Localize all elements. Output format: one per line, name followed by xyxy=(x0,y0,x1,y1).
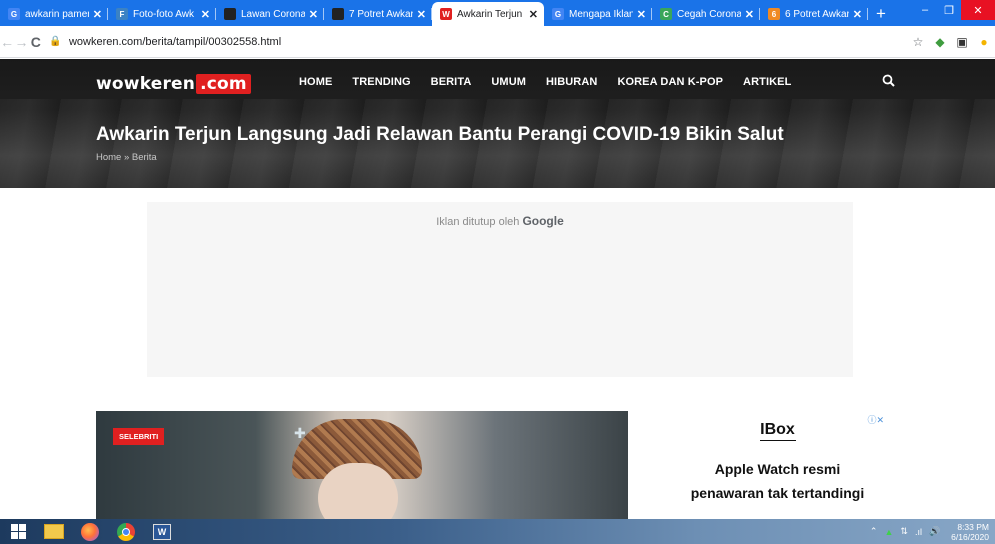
browser-tab[interactable]: G Mengapa Iklan ✕ xyxy=(544,2,652,26)
browser-tab[interactable]: Lawan Corona ✕ xyxy=(216,2,324,26)
close-window-button[interactable]: ✕ xyxy=(961,0,995,20)
browser-tab[interactable]: W Awkarin Terjun ✕ xyxy=(432,2,544,26)
update-indicator-icon[interactable]: ● xyxy=(973,35,995,49)
minimize-button[interactable]: – xyxy=(913,0,937,20)
word-glyph: W xyxy=(153,523,171,540)
browser-tab[interactable]: 7 Potret Awkari ✕ xyxy=(324,2,432,26)
browser-tab[interactable]: C Cegah Corona ✕ xyxy=(652,2,760,26)
google-icon: G xyxy=(552,8,564,20)
ad-brand: IBox xyxy=(665,421,890,441)
browser-tab[interactable]: Gawkarin pamer ✕ xyxy=(0,2,108,26)
google-icon: G xyxy=(8,8,20,20)
tab-title: Lawan Corona xyxy=(241,8,305,20)
nav-hiburan[interactable]: HIBURAN xyxy=(546,76,597,88)
tab-title: Mengapa Iklan xyxy=(569,8,633,20)
url-field[interactable]: 🔒 wowkeren.com/berita/tampil/00302558.ht… xyxy=(49,30,899,54)
browser-tab-strip: Gawkarin pamer ✕ F Foto-foto Awk ✕ Lawan Coro… xyxy=(0,0,995,26)
tab-close-icon[interactable]: ✕ xyxy=(93,8,102,21)
news-site-icon: 6 xyxy=(768,8,780,20)
news-site-icon xyxy=(224,8,236,20)
site-header: wowkeren .com HOME TRENDING BERITA UMUM H… xyxy=(0,59,995,188)
tab-title: Foto-foto Awk xyxy=(133,8,194,20)
tab-close-icon[interactable]: ✕ xyxy=(309,8,318,21)
tab-title: 7 Potret Awkari xyxy=(349,8,413,20)
back-button[interactable]: ← xyxy=(0,34,14,50)
tab-close-icon[interactable]: ✕ xyxy=(529,8,538,21)
firefox-icon[interactable] xyxy=(72,519,108,544)
health-site-icon: C xyxy=(660,8,672,20)
tab-title: 6 Potret Awkar xyxy=(785,8,849,20)
breadcrumb[interactable]: Home » Berita xyxy=(96,152,157,163)
side-advertisement[interactable]: ⓘ✕ IBox Apple Watch resmi penawaran tak … xyxy=(665,411,890,519)
extension-icon[interactable]: ▣ xyxy=(951,35,973,49)
nav-korea-dan-kpop[interactable]: KOREA DAN K-POP xyxy=(617,76,723,88)
system-tray: ⌃ ▲ ⇅ .ıl 🔊 8:33 PM 6/16/2020 xyxy=(870,519,989,544)
ad-closed-brand: Google xyxy=(522,214,564,228)
tab-title: Cegah Corona xyxy=(677,8,741,20)
tab-close-icon[interactable]: ✕ xyxy=(201,8,210,21)
category-tag[interactable]: SELEBRITI xyxy=(113,428,165,445)
file-explorer-icon[interactable] xyxy=(36,519,72,544)
new-tab-button[interactable]: + xyxy=(868,2,894,26)
tab-close-icon[interactable]: ✕ xyxy=(417,8,426,21)
forward-button[interactable]: → xyxy=(14,34,28,50)
nav-trending[interactable]: TRENDING xyxy=(352,76,410,88)
ad-closed-message: Iklan ditutup oleh Google xyxy=(147,214,853,228)
main-navigation: HOME TRENDING BERITA UMUM HIBURAN KOREA … xyxy=(299,76,811,88)
url-text: wowkeren.com/berita/tampil/00302558.html xyxy=(68,35,282,48)
logo-text: wowkeren xyxy=(96,74,196,94)
nav-umum[interactable]: UMUM xyxy=(491,76,526,88)
windows-start-button[interactable] xyxy=(0,519,36,544)
word-icon[interactable]: W xyxy=(144,519,180,544)
browser-tab[interactable]: F Foto-foto Awk ✕ xyxy=(108,2,216,26)
news-site-icon xyxy=(332,8,344,20)
nav-home[interactable]: HOME xyxy=(299,76,332,88)
network-activity-icon[interactable]: ⇅ xyxy=(900,526,908,537)
ad-closed-text: Iklan ditutup oleh xyxy=(436,216,520,228)
reload-button[interactable]: C xyxy=(29,34,43,50)
search-icon[interactable] xyxy=(882,74,895,90)
window-controls: – ❐ ✕ xyxy=(913,0,995,22)
browser-tab[interactable]: 6 6 Potret Awkar ✕ xyxy=(760,2,868,26)
image-face xyxy=(318,463,398,519)
tab-close-icon[interactable]: ✕ xyxy=(637,8,646,21)
photo-site-icon: F xyxy=(116,8,128,20)
tab-title: awkarin pamer xyxy=(25,8,89,20)
lock-icon: 🔒 xyxy=(48,36,62,47)
extension-icon[interactable]: ◆ xyxy=(929,35,951,49)
maximize-button[interactable]: ❐ xyxy=(937,0,961,20)
browser-toolbar: ☆ ◆ ▣ ● xyxy=(907,35,995,49)
ad-brand-text: IBox xyxy=(760,421,795,438)
article-hero-image[interactable]: ✚ xyxy=(96,411,628,519)
volume-icon[interactable]: 🔊 xyxy=(929,526,940,537)
tray-overflow-icon[interactable]: ⌃ xyxy=(870,526,878,537)
tab-close-icon[interactable]: ✕ xyxy=(853,8,862,21)
clock-date: 6/16/2020 xyxy=(951,531,989,542)
ad-headline-line1: Apple Watch resmi xyxy=(714,461,841,477)
site-logo[interactable]: wowkeren .com xyxy=(96,73,251,95)
chrome-icon[interactable] xyxy=(108,519,144,544)
address-bar: ← → C 🔒 wowkeren.com/berita/tampil/00302… xyxy=(0,26,995,58)
logo-domain: .com xyxy=(196,74,251,94)
image-sparkle: ✚ xyxy=(294,425,306,441)
wowkeren-icon: W xyxy=(440,8,452,20)
tab-title: Awkarin Terjun xyxy=(457,8,523,20)
tab-close-icon[interactable]: ✕ xyxy=(745,8,754,21)
nav-berita[interactable]: BERITA xyxy=(431,76,472,88)
closed-ad-slot: Iklan ditutup oleh Google xyxy=(147,202,853,377)
ad-headline-line2: penawaran tak tertandingi xyxy=(690,485,865,501)
clock-time: 8:33 PM xyxy=(957,521,989,532)
signal-strength-icon[interactable]: .ıl xyxy=(915,527,922,537)
system-clock[interactable]: 8:33 PM 6/16/2020 xyxy=(951,522,989,542)
page-title: Awkarin Terjun Langsung Jadi Relawan Ban… xyxy=(96,124,784,145)
windows-taskbar: W ⌃ ▲ ⇅ .ıl 🔊 8:33 PM 6/16/2020 xyxy=(0,519,995,544)
tray-app-icon[interactable]: ▲ xyxy=(884,527,893,537)
bookmark-star-icon[interactable]: ☆ xyxy=(907,35,929,49)
nav-artikel[interactable]: ARTIKEL xyxy=(743,76,791,88)
